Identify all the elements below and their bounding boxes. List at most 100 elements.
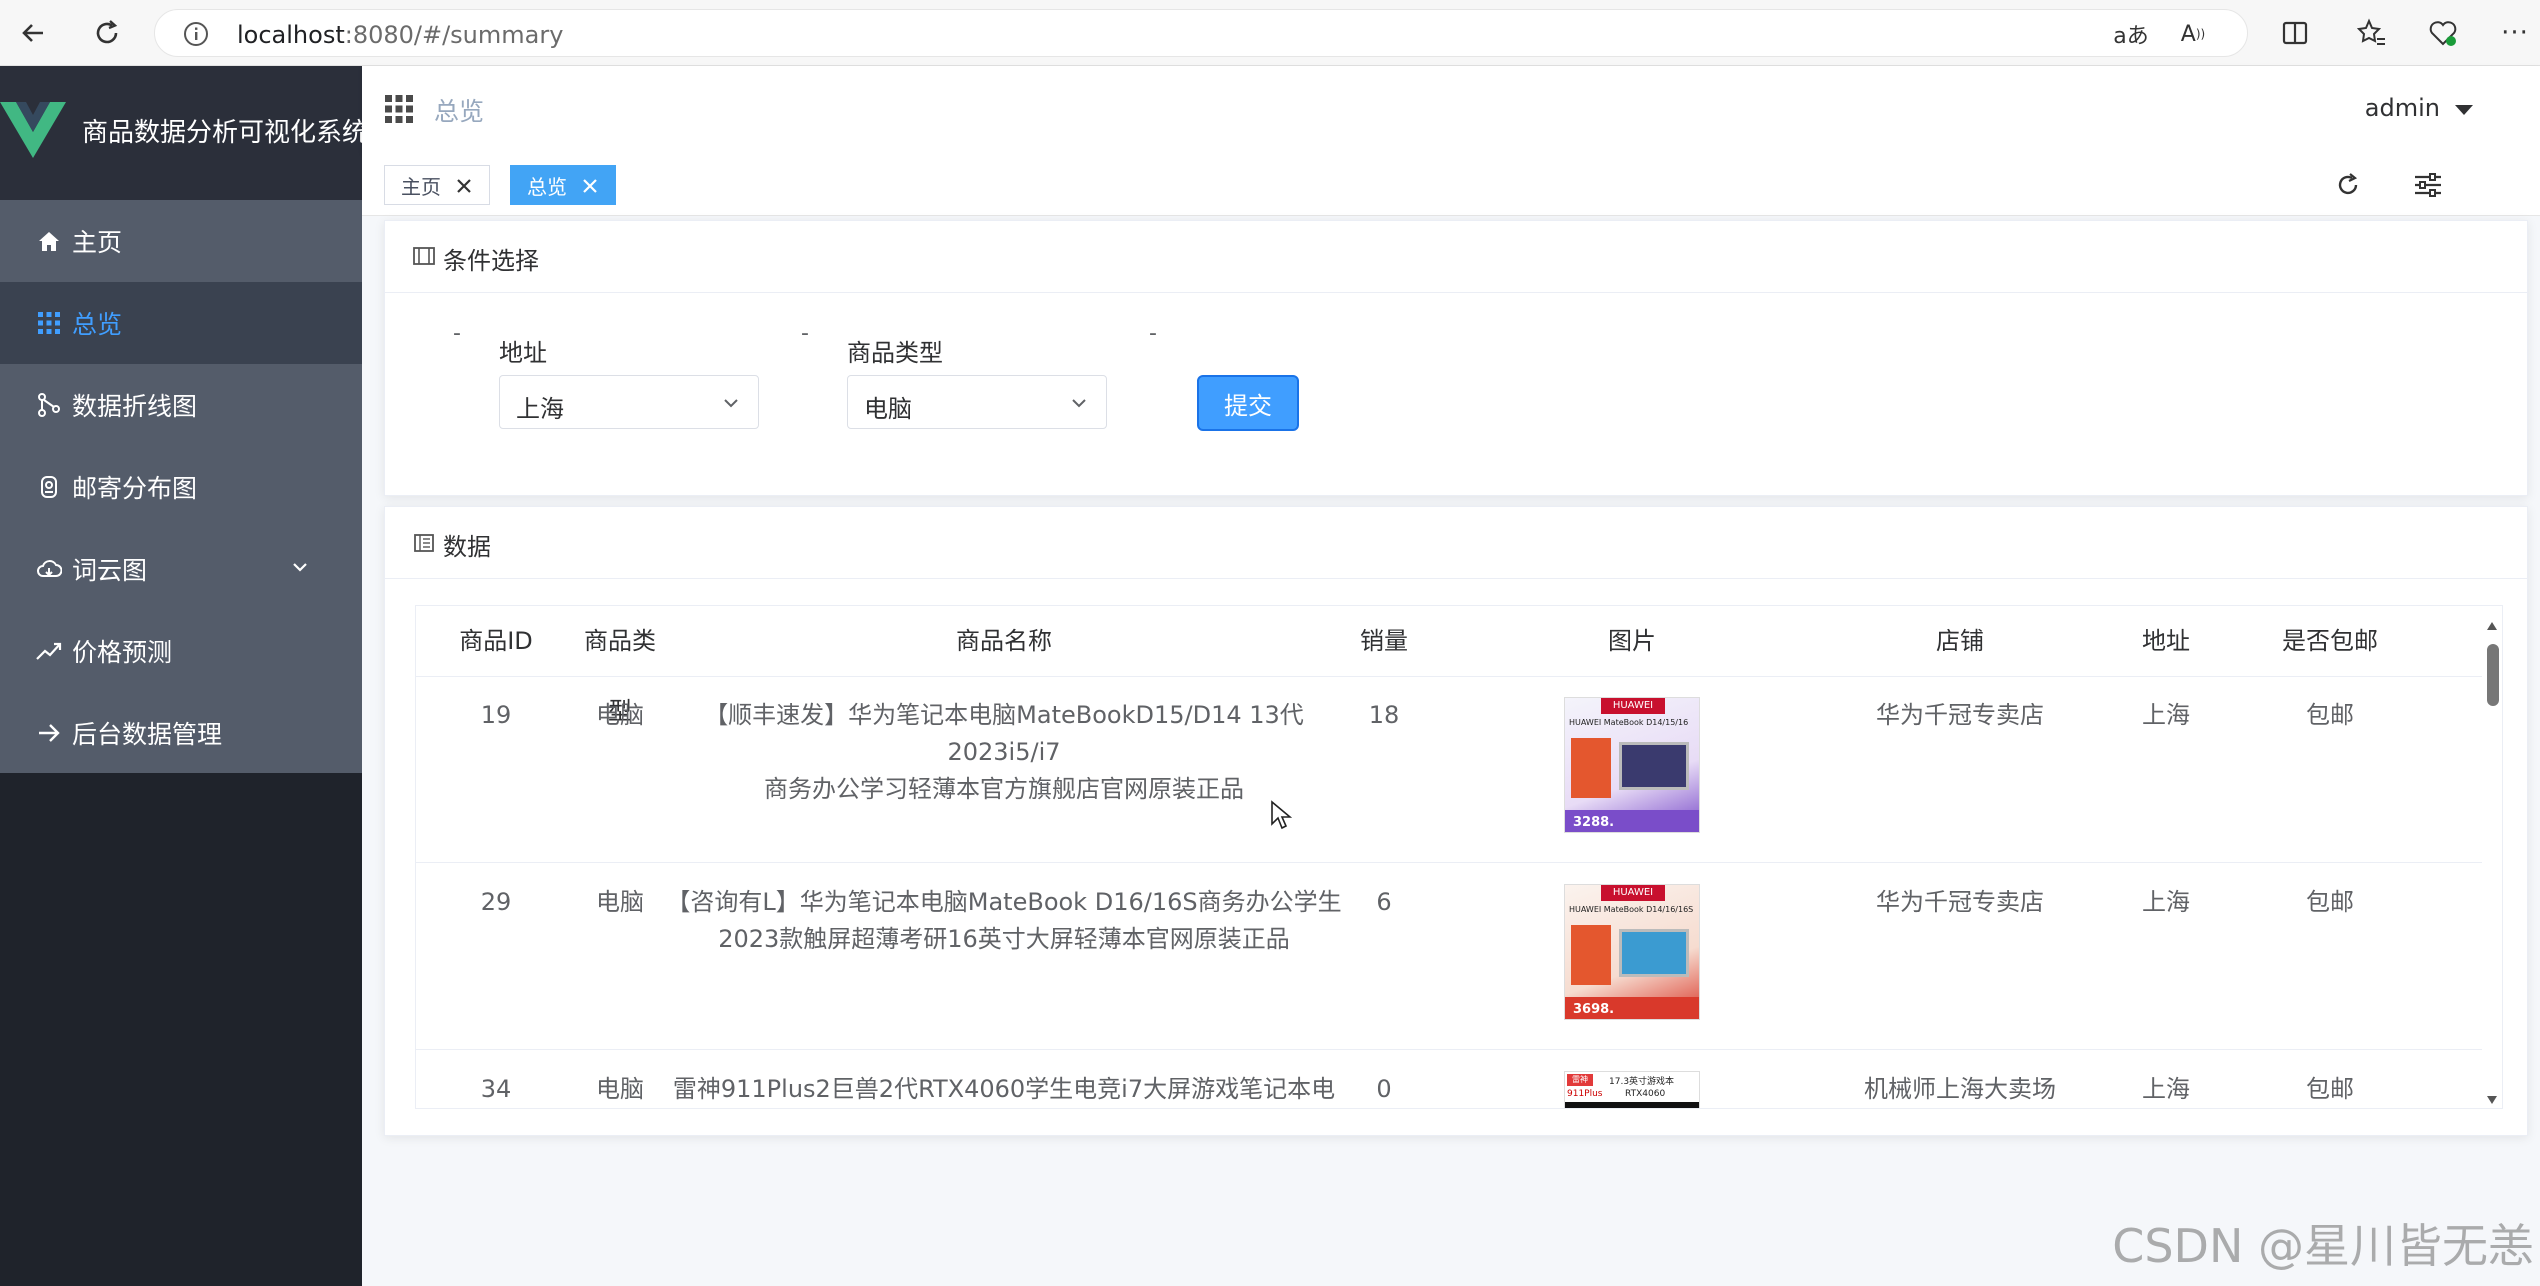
- cell-id: 19: [480, 701, 512, 729]
- reload-icon[interactable]: [86, 12, 128, 54]
- vue-logo-icon: [0, 96, 66, 166]
- form-dash: -: [453, 321, 461, 346]
- promo-block: [1571, 925, 1611, 985]
- chevron-down-icon: [1070, 394, 1088, 416]
- table-row[interactable]: 34 电脑 雷神911Plus2巨兽2代RTX4060学生电竞i7大屏游戏笔记本…: [416, 1051, 2484, 1108]
- scroll-down-icon[interactable]: [2486, 1090, 2498, 1108]
- column-header[interactable]: 商品类型: [576, 606, 664, 725]
- sidebar-item-word-cloud[interactable]: 词云图: [0, 528, 362, 610]
- read-aloud-icon[interactable]: aあ: [2110, 13, 2152, 55]
- chevron-down-icon: [722, 394, 740, 416]
- url-text: localhost:8080/#/summary: [237, 21, 564, 49]
- cell-name: 雷神911Plus2巨兽2代RTX4060学生电竞i7大屏游戏笔记本电脑: [672, 1075, 1336, 1103]
- cell-id: 29: [480, 888, 512, 916]
- column-header[interactable]: 图片: [1424, 606, 1840, 676]
- image-band: [1565, 1102, 1699, 1108]
- cell-shop: 华为千冠专卖店: [1876, 701, 2044, 729]
- category-label: 商品类型: [847, 339, 943, 367]
- top-header: 总览 admin: [362, 66, 2540, 154]
- split-screen-icon[interactable]: [2274, 12, 2316, 54]
- cell-sales: 0: [1376, 1075, 1392, 1103]
- arrow-right-icon: [34, 718, 64, 748]
- trend-icon: [34, 636, 64, 666]
- browser-essentials-icon[interactable]: [2422, 12, 2464, 54]
- mouse-cursor-icon: [1270, 800, 1293, 834]
- watermark: CSDN @星川皆无恙: [2112, 1219, 2534, 1273]
- laptop-screen: [1619, 742, 1689, 790]
- tag-summary[interactable]: 总览: [510, 165, 616, 205]
- sidebar-item-price-forecast[interactable]: 价格预测: [0, 610, 362, 692]
- cell-shipping: 包邮: [2306, 701, 2354, 729]
- data-table: 商品ID 商品类型 商品名称 销量 图片 店铺 地址 是否包邮 19 电脑 【顺…: [415, 605, 2503, 1109]
- close-icon[interactable]: [581, 176, 599, 194]
- data-card-header: 数据: [385, 507, 2527, 579]
- submit-button[interactable]: 提交: [1197, 375, 1299, 431]
- cell-address: 上海: [2142, 888, 2190, 916]
- form-dash: -: [801, 321, 809, 346]
- app-title: 商品数据分析可视化系统: [82, 118, 369, 148]
- more-icon[interactable]: ···: [2494, 12, 2536, 54]
- tags-view: 主页 总览: [362, 154, 2540, 216]
- refresh-icon[interactable]: [2332, 169, 2364, 201]
- cell-id: 34: [480, 1075, 512, 1103]
- column-header[interactable]: 商品名称: [664, 606, 1344, 676]
- chevron-down-icon[interactable]: [290, 557, 310, 581]
- close-icon[interactable]: [455, 176, 473, 194]
- address-select-value: 上海: [516, 395, 564, 423]
- column-header[interactable]: 销量: [1344, 606, 1424, 676]
- notebook-icon: [413, 533, 435, 557]
- film-icon: [413, 247, 435, 269]
- line-chart-icon: [34, 390, 64, 420]
- column-header[interactable]: 是否包邮: [2252, 606, 2408, 676]
- browser-toolbar: localhost:8080/#/summary aあ A)) ···: [0, 0, 2540, 66]
- category-select[interactable]: 电脑: [847, 375, 1107, 429]
- category-select-value: 电脑: [864, 395, 912, 423]
- cell-shop: 华为千冠专卖店: [1876, 888, 2044, 916]
- table-row[interactable]: 29 电脑 【咨询有L】华为笔记本电脑MateBook D16/16S商务办公学…: [416, 864, 2484, 1050]
- back-icon[interactable]: [12, 12, 54, 54]
- scroll-up-icon[interactable]: [2486, 616, 2498, 635]
- breadcrumb[interactable]: 总览: [434, 92, 484, 128]
- cell-shipping: 包邮: [2306, 1075, 2354, 1103]
- info-icon[interactable]: [183, 21, 209, 51]
- cell-type: 电脑: [596, 1075, 644, 1103]
- cell-sales: 6: [1376, 888, 1392, 916]
- hamburger-grid-icon[interactable]: [384, 94, 414, 128]
- scroll-thumb[interactable]: [2487, 644, 2499, 706]
- sidebar-item-mail-map[interactable]: 邮寄分布图: [0, 446, 362, 528]
- logo-area: 商品数据分析可视化系统: [0, 66, 368, 200]
- sidebar-item-home[interactable]: 主页: [0, 200, 362, 282]
- filter-card-title: 条件选择: [443, 247, 539, 275]
- address-select[interactable]: 上海: [499, 375, 759, 429]
- form-dash: -: [1149, 321, 1157, 346]
- table-row[interactable]: 19 电脑 【顺丰速发】华为笔记本电脑MateBookD15/D14 13代20…: [416, 677, 2484, 863]
- cell-type: 电脑: [596, 701, 644, 729]
- cell-name: 【咨询有L】华为笔记本电脑MateBook D16/16S商务办公学生 2023…: [666, 888, 1342, 953]
- user-name: admin: [2364, 94, 2440, 122]
- table-scrollbar[interactable]: [2482, 606, 2502, 1108]
- map-icon: [34, 472, 64, 502]
- settings-sliders-icon[interactable]: [2412, 169, 2444, 201]
- product-image[interactable]: HUAWEI HUAWEI MateBook D14/16/16S 3698.: [1564, 884, 1700, 1020]
- column-header[interactable]: 地址: [2080, 606, 2252, 676]
- product-image[interactable]: HUAWEI HUAWEI MateBook D14/15/16 3288.: [1564, 697, 1700, 833]
- sidebar-item-line-chart[interactable]: 数据折线图: [0, 364, 362, 446]
- home-icon: [34, 226, 64, 256]
- cell-type: 电脑: [596, 888, 644, 916]
- address-bar[interactable]: localhost:8080/#/summary aあ A)): [154, 9, 2248, 57]
- cell-shop: 机械师上海大卖场: [1864, 1075, 2056, 1103]
- product-image[interactable]: 雷神 17.3英寸游戏本 911Plus RTX4060: [1564, 1071, 1700, 1108]
- sidebar-menu: 主页 总览 数据折线图 邮寄分布图 词云图 价格预测 后台数据管理: [0, 200, 362, 773]
- cell-address: 上海: [2142, 701, 2190, 729]
- caret-down-icon[interactable]: [2454, 102, 2474, 121]
- sidebar-item-admin[interactable]: 后台数据管理: [0, 692, 362, 774]
- column-header[interactable]: 商品ID: [416, 606, 576, 676]
- promo-block: [1571, 738, 1611, 798]
- tag-home[interactable]: 主页: [384, 165, 490, 205]
- sidebar-item-summary[interactable]: 总览: [0, 282, 362, 364]
- laptop-screen: [1619, 929, 1689, 977]
- address-label: 地址: [499, 339, 547, 367]
- read-aloud-icon[interactable]: A)): [2172, 13, 2214, 55]
- favorites-icon[interactable]: [2350, 12, 2392, 54]
- column-header[interactable]: 店铺: [1840, 606, 2080, 676]
